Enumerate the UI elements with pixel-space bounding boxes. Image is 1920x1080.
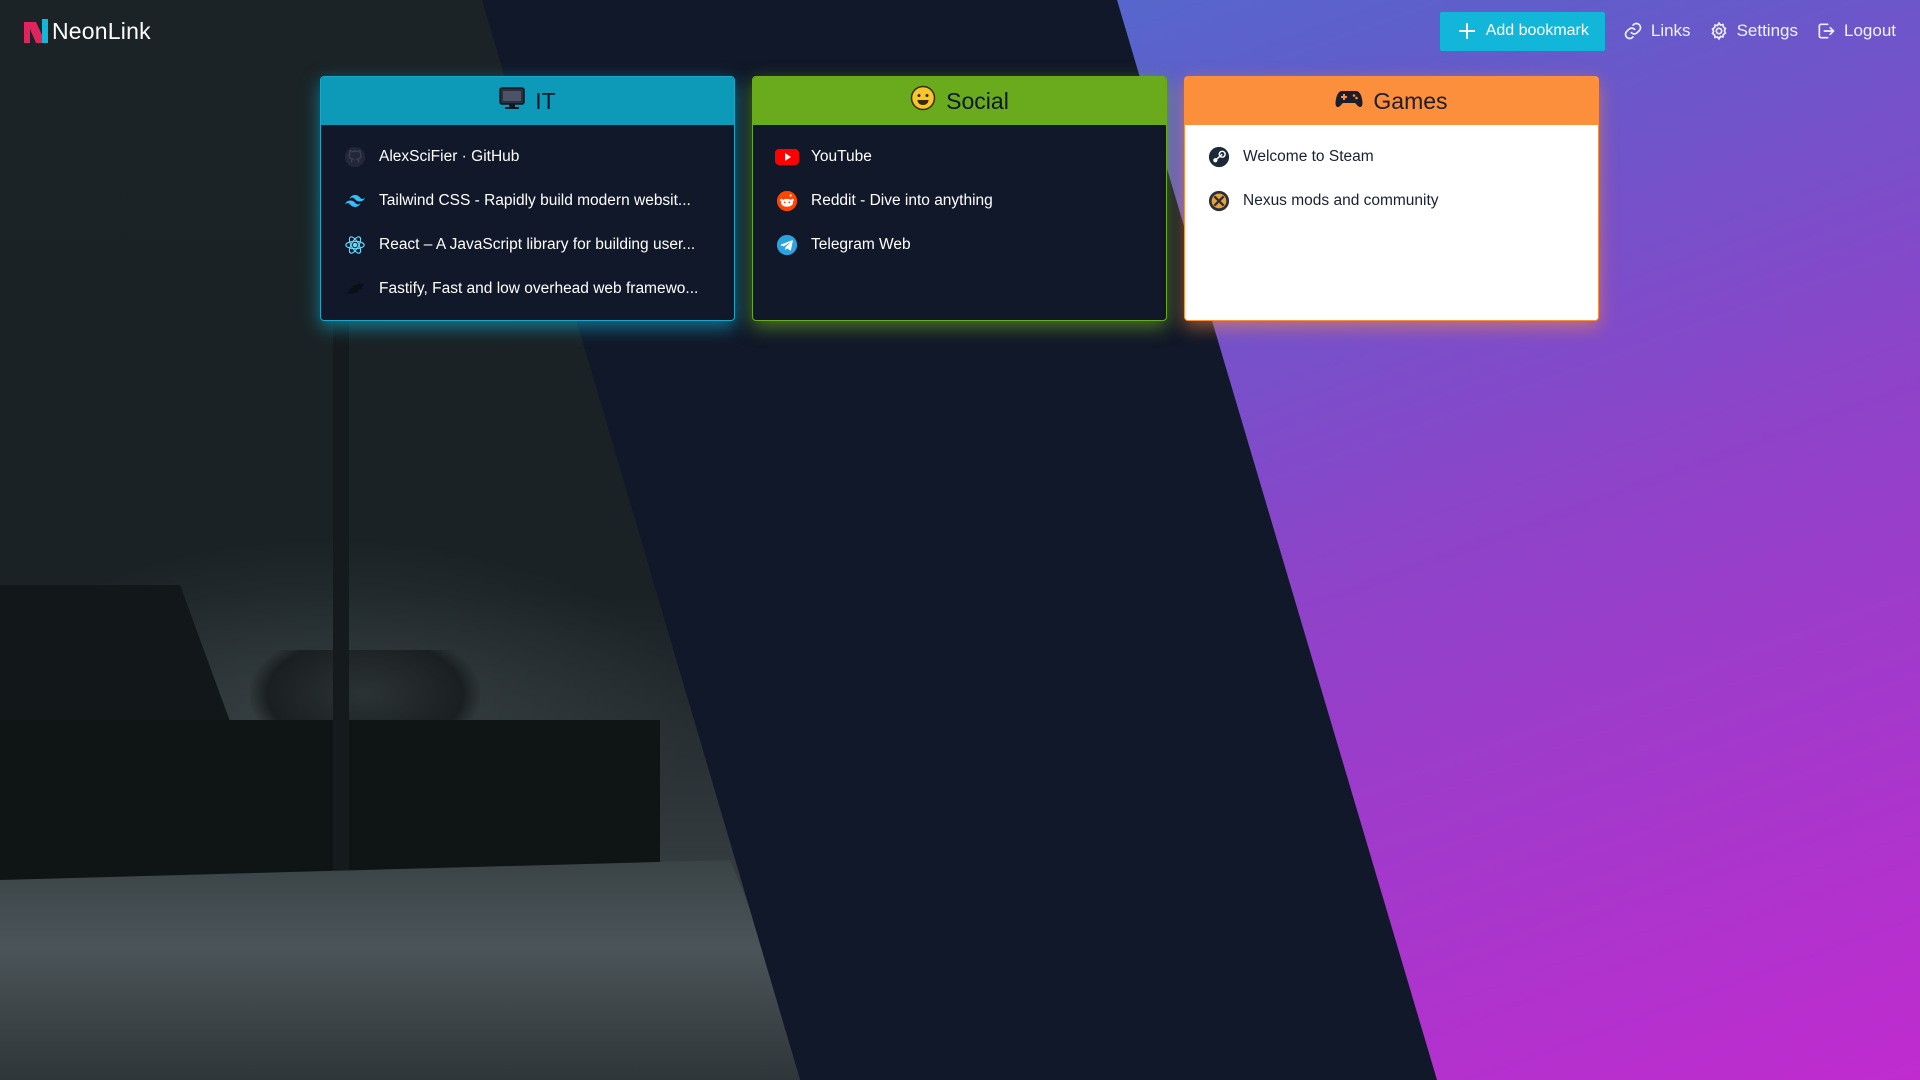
gear-icon bbox=[1709, 21, 1729, 41]
logout-link[interactable]: Logout bbox=[1816, 21, 1896, 41]
react-icon bbox=[343, 233, 367, 257]
youtube-icon bbox=[775, 145, 799, 169]
bookmark-label: Welcome to Steam bbox=[1243, 148, 1374, 165]
bookmark-item[interactable]: Welcome to Steam bbox=[1207, 135, 1576, 179]
brand-name: NeonLink bbox=[52, 17, 151, 44]
category-body-social: YouTube Reddit - Dive into anything Tele… bbox=[753, 125, 1166, 320]
monitor-icon bbox=[499, 86, 526, 116]
reddit-icon bbox=[775, 189, 799, 213]
bookmark-label: AlexSciFier · GitHub bbox=[379, 148, 520, 165]
logout-label: Logout bbox=[1844, 21, 1896, 40]
gamepad-icon bbox=[1335, 88, 1363, 115]
category-body-it: AlexSciFier · GitHub Tailwind CSS - Rapi… bbox=[321, 125, 734, 320]
bookmark-label: React – A JavaScript library for buildin… bbox=[379, 236, 696, 253]
background-pole bbox=[333, 320, 349, 890]
settings-link[interactable]: Settings bbox=[1709, 21, 1798, 41]
telegram-icon bbox=[775, 233, 799, 257]
neonlink-logo-icon bbox=[24, 19, 48, 43]
bookmark-label: Reddit - Dive into anything bbox=[811, 192, 993, 209]
steam-icon bbox=[1207, 145, 1231, 169]
category-card-games: Games Welcome to Steam Nexus mods and co… bbox=[1184, 76, 1599, 321]
bookmark-item[interactable]: Reddit - Dive into anything bbox=[775, 179, 1144, 223]
bookmark-label: Fastify, Fast and low overhead web frame… bbox=[379, 280, 699, 297]
category-title: Games bbox=[1373, 87, 1448, 114]
bookmark-label: Nexus mods and community bbox=[1243, 192, 1439, 209]
category-header-it[interactable]: IT bbox=[321, 77, 734, 125]
github-icon bbox=[343, 145, 367, 169]
category-card-social: Social YouTube Reddit - Dive into anythi… bbox=[752, 76, 1167, 321]
smile-emoji-icon bbox=[910, 85, 936, 117]
bookmark-item[interactable]: Telegram Web bbox=[775, 223, 1144, 267]
background-house bbox=[0, 585, 235, 735]
bookmark-item[interactable]: AlexSciFier · GitHub bbox=[343, 135, 712, 179]
bookmark-item[interactable]: YouTube bbox=[775, 135, 1144, 179]
links-link[interactable]: Links bbox=[1623, 21, 1691, 41]
nexus-icon bbox=[1207, 189, 1231, 213]
bookmark-item[interactable]: Nexus mods and community bbox=[1207, 179, 1576, 223]
links-label: Links bbox=[1650, 21, 1691, 40]
bookmark-item[interactable]: React – A JavaScript library for buildin… bbox=[343, 223, 712, 267]
plus-icon bbox=[1458, 22, 1476, 40]
add-bookmark-button[interactable]: Add bookmark bbox=[1439, 11, 1605, 51]
logout-icon bbox=[1816, 21, 1836, 41]
top-nav: Add bookmark Links Settings Logout bbox=[1439, 11, 1896, 51]
background-snow bbox=[0, 860, 800, 1080]
category-title: Social bbox=[946, 87, 1009, 114]
bookmark-item[interactable]: Fastify, Fast and low overhead web frame… bbox=[343, 267, 712, 311]
bookmark-label: Telegram Web bbox=[811, 236, 911, 253]
category-title: IT bbox=[535, 87, 556, 114]
add-bookmark-label: Add bookmark bbox=[1485, 22, 1589, 39]
brand[interactable]: NeonLink bbox=[24, 18, 151, 45]
settings-label: Settings bbox=[1736, 21, 1798, 40]
category-card-it: IT AlexSciFier · GitHub Tailwind CSS - R… bbox=[320, 76, 735, 321]
bookmark-label: YouTube bbox=[811, 148, 872, 165]
bookmark-label: Tailwind CSS - Rapidly build modern webs… bbox=[379, 192, 691, 209]
category-body-games: Welcome to Steam Nexus mods and communit… bbox=[1185, 125, 1598, 320]
category-header-social[interactable]: Social bbox=[753, 77, 1166, 125]
bookmark-item[interactable]: Tailwind CSS - Rapidly build modern webs… bbox=[343, 179, 712, 223]
tailwind-icon bbox=[343, 189, 367, 213]
top-bar: NeonLink Add bookmark Links Settings Log… bbox=[0, 0, 1920, 62]
background-fence bbox=[0, 720, 660, 880]
fastify-icon bbox=[343, 277, 367, 301]
category-header-games[interactable]: Games bbox=[1185, 77, 1598, 125]
link-icon bbox=[1623, 21, 1643, 41]
